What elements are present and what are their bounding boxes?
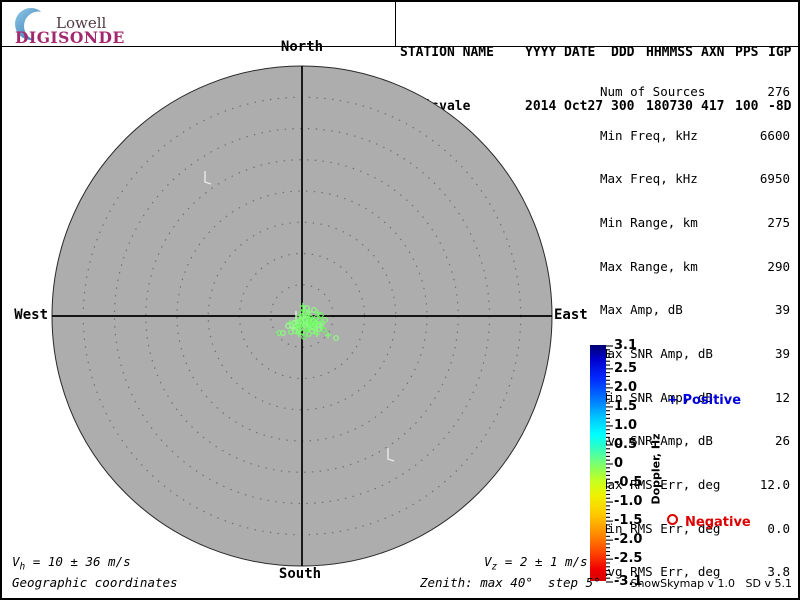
colorbar-tick-label: 0	[614, 456, 624, 471]
stat-value: 6950	[759, 171, 790, 187]
legend-positive: + Positive	[667, 393, 742, 408]
stat-value: 12.0	[759, 476, 790, 492]
colorbar-tick-label: 1.0	[614, 417, 638, 433]
version-label: ShowSkymap v 1.0 SD v 5.1	[630, 577, 792, 590]
stat-value: 0.0	[767, 520, 790, 536]
colorbar-tick-label: -0.5	[614, 475, 643, 491]
stat-label: Max Freq, kHz	[600, 171, 698, 187]
stat-row: Num of Sources 276	[600, 85, 790, 100]
colorbar-gradient	[590, 345, 606, 581]
stat-value: 275	[767, 215, 790, 231]
cardinal-label-west: West	[14, 307, 48, 323]
colorbar-tick-label: 2.5	[614, 360, 638, 376]
stat-value: 12	[774, 389, 790, 405]
stat-value: 39	[774, 345, 790, 361]
vertical-velocity-readout: Vz = 2 ± 1 m/s	[484, 554, 588, 573]
colorbar-tick-label: 0.5	[614, 436, 638, 452]
stat-value: 26	[774, 433, 790, 449]
stat-value: 6600	[759, 127, 790, 143]
stat-label: Max Range, km	[600, 258, 698, 274]
cardinal-label-north: North	[280, 39, 324, 55]
doppler-colorbar: 3.1 2.5 2.0 1.5 1.0 0.5 0 -0.5 -1.0 -1.5 -2.0 -2.5-…	[590, 338, 700, 589]
stat-label: Min Range, km	[600, 215, 698, 231]
stat-row: Min Freq, kHz 6600	[600, 127, 790, 144]
showskymap-window: Lowell DIGISONDE STATION NAME YYYY DATE …	[0, 0, 800, 600]
colorbar-tick-label: -2.5	[614, 551, 643, 567]
stat-value: 276	[767, 84, 790, 100]
cardinal-label-south: South	[278, 566, 322, 582]
coordinates-label: Geographic coordinates	[12, 575, 178, 590]
stat-label: Num of Sources	[600, 84, 706, 100]
colorbar-tick-label: 3.1	[614, 338, 638, 353]
stat-label: Max Amp, dB	[600, 302, 683, 318]
stat-value: 290	[767, 258, 790, 274]
colorbar-tick-label: -2.0	[614, 532, 643, 548]
circle-icon	[667, 514, 678, 525]
colorbar-tick-label: -1.5	[614, 513, 643, 529]
stat-row: Max Amp, dB 39	[600, 303, 790, 318]
stat-label: Min Freq, kHz	[600, 127, 698, 143]
colorbar-tick-label: 2.0	[614, 379, 638, 395]
stat-value: 39	[774, 302, 790, 318]
legend-negative: Negative	[667, 514, 751, 530]
stat-row: Max Freq, kHz 6950	[600, 172, 790, 187]
stat-row: Min Range, km 275	[600, 215, 790, 231]
stat-row: Max Range, km 290	[600, 258, 790, 275]
colorbar-tick-label: 1.5	[614, 398, 638, 414]
colorbar-tick-label: -1.0	[614, 494, 643, 510]
plus-icon: +	[667, 393, 678, 408]
horizontal-velocity-readout: Vh = 10 ± 36 m/s	[12, 554, 131, 573]
